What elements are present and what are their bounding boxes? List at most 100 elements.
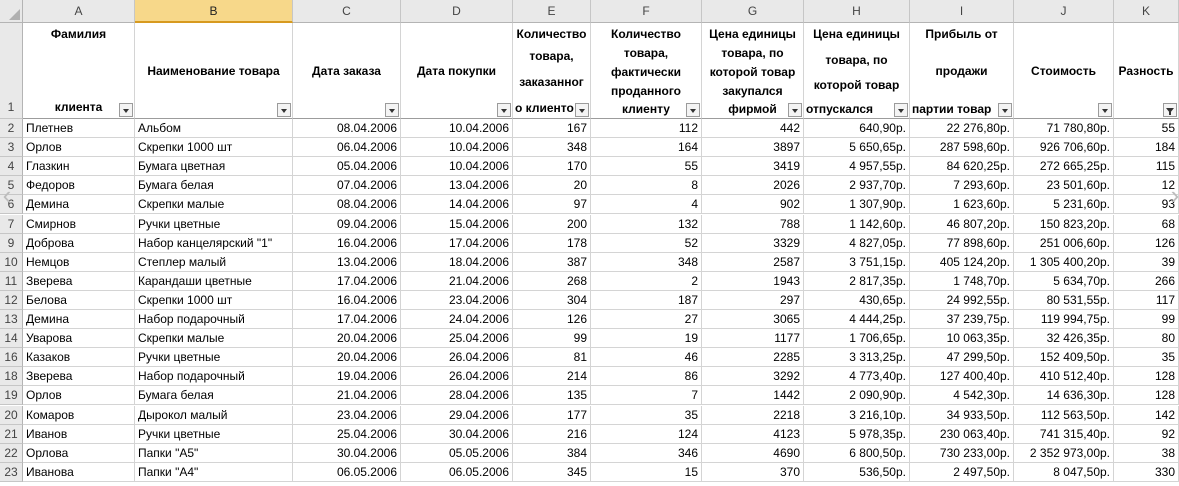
cell-qty-sold[interactable]: 2 <box>591 271 702 291</box>
cell-qty-ordered[interactable]: 135 <box>513 386 591 406</box>
cell-qty-ordered[interactable]: 99 <box>513 329 591 349</box>
cell-profit[interactable]: 24 992,55р. <box>910 290 1014 310</box>
column-header-k[interactable]: K <box>1114 0 1179 23</box>
cell-difference[interactable]: 128 <box>1114 367 1179 387</box>
cell-purchase-date[interactable]: 15.04.2006 <box>401 214 513 234</box>
cell-sell-price[interactable]: 2 090,90р. <box>804 386 910 406</box>
cell-order-date[interactable]: 17.04.2006 <box>293 310 401 330</box>
cell-client[interactable]: Иванов <box>23 424 135 444</box>
cell-product[interactable]: Набор подарочный <box>135 367 293 387</box>
cell-product[interactable]: Скрепки малые <box>135 329 293 349</box>
cell-order-date[interactable]: 05.04.2006 <box>293 157 401 177</box>
cell-product[interactable]: Бумага белая <box>135 386 293 406</box>
cell-qty-sold[interactable]: 8 <box>591 176 702 196</box>
cell-buy-price[interactable]: 3897 <box>702 138 804 158</box>
cell-client[interactable]: Смирнов <box>23 214 135 234</box>
filter-dropdown-button[interactable] <box>894 103 908 117</box>
cell-product[interactable]: Папки "А4" <box>135 462 293 482</box>
filter-dropdown-button[interactable] <box>788 103 802 117</box>
cell-cost[interactable]: 80 531,55р. <box>1014 290 1114 310</box>
column-header-h[interactable]: H <box>804 0 910 23</box>
chevron-left-icon[interactable]: ‹ <box>0 182 18 208</box>
cell-client[interactable]: Иванова <box>23 462 135 482</box>
cell-profit[interactable]: 47 299,50р. <box>910 348 1014 368</box>
cell-cost[interactable]: 14 636,30р. <box>1014 386 1114 406</box>
cell-client[interactable]: Казаков <box>23 348 135 368</box>
cell-order-date[interactable]: 20.04.2006 <box>293 348 401 368</box>
cell-qty-ordered[interactable]: 216 <box>513 424 591 444</box>
cell-buy-price[interactable]: 4123 <box>702 424 804 444</box>
cell-qty-sold[interactable]: 112 <box>591 119 702 139</box>
cell-buy-price[interactable]: 3419 <box>702 157 804 177</box>
cell-order-date[interactable]: 06.05.2006 <box>293 462 401 482</box>
cell-client[interactable]: Орлова <box>23 443 135 463</box>
cell-qty-ordered[interactable]: 178 <box>513 233 591 253</box>
cell-order-date[interactable]: 08.04.2006 <box>293 119 401 139</box>
row-number[interactable]: 21 <box>0 424 23 444</box>
cell-profit[interactable]: 37 239,75р. <box>910 310 1014 330</box>
cell-purchase-date[interactable]: 17.04.2006 <box>401 233 513 253</box>
row-number[interactable]: 11 <box>0 271 23 291</box>
cell-sell-price[interactable]: 3 313,25р. <box>804 348 910 368</box>
row-number[interactable]: 10 <box>0 252 23 272</box>
header-cell-qty-sold[interactable]: Количество товара, фактически проданного… <box>591 23 702 119</box>
cell-buy-price[interactable]: 902 <box>702 195 804 215</box>
header-cell-purchase-date[interactable]: Дата покупки <box>401 23 513 119</box>
cell-cost[interactable]: 23 501,60р. <box>1014 176 1114 196</box>
row-number[interactable]: 18 <box>0 367 23 387</box>
cell-purchase-date[interactable]: 28.04.2006 <box>401 386 513 406</box>
cell-order-date[interactable]: 21.04.2006 <box>293 386 401 406</box>
cell-qty-ordered[interactable]: 345 <box>513 462 591 482</box>
cell-purchase-date[interactable]: 24.04.2006 <box>401 310 513 330</box>
cell-purchase-date[interactable]: 25.04.2006 <box>401 329 513 349</box>
column-header-b[interactable]: B <box>135 0 293 23</box>
cell-client[interactable]: Федоров <box>23 176 135 196</box>
cell-qty-sold[interactable]: 132 <box>591 214 702 234</box>
cell-qty-sold[interactable]: 35 <box>591 405 702 425</box>
filter-dropdown-button[interactable] <box>998 103 1012 117</box>
cell-qty-sold[interactable]: 4 <box>591 195 702 215</box>
cell-qty-sold[interactable]: 7 <box>591 386 702 406</box>
cell-buy-price[interactable]: 297 <box>702 290 804 310</box>
cell-client[interactable]: Зверева <box>23 271 135 291</box>
cell-purchase-date[interactable]: 10.04.2006 <box>401 138 513 158</box>
cell-difference[interactable]: 99 <box>1114 310 1179 330</box>
cell-difference[interactable]: 68 <box>1114 214 1179 234</box>
cell-qty-ordered[interactable]: 81 <box>513 348 591 368</box>
cell-profit[interactable]: 127 400,40р. <box>910 367 1014 387</box>
cell-buy-price[interactable]: 3065 <box>702 310 804 330</box>
cell-buy-price[interactable]: 1442 <box>702 386 804 406</box>
cell-cost[interactable]: 152 409,50р. <box>1014 348 1114 368</box>
cell-order-date[interactable]: 16.04.2006 <box>293 290 401 310</box>
column-header-e[interactable]: E <box>513 0 591 23</box>
header-cell-cost[interactable]: Стоимость <box>1014 23 1114 119</box>
cell-profit[interactable]: 4 542,30р. <box>910 386 1014 406</box>
row-number[interactable]: 23 <box>0 462 23 482</box>
cell-product[interactable]: Дырокол малый <box>135 405 293 425</box>
cell-cost[interactable]: 2 352 973,00р. <box>1014 443 1114 463</box>
cell-order-date[interactable]: 25.04.2006 <box>293 424 401 444</box>
cell-product[interactable]: Набор канцелярский "1" <box>135 233 293 253</box>
cell-cost[interactable]: 119 994,75р. <box>1014 310 1114 330</box>
cell-client[interactable]: Демина <box>23 195 135 215</box>
cell-profit[interactable]: 287 598,60р. <box>910 138 1014 158</box>
cell-purchase-date[interactable]: 21.04.2006 <box>401 271 513 291</box>
cell-client[interactable]: Глазкин <box>23 157 135 177</box>
cell-client[interactable]: Уварова <box>23 329 135 349</box>
cell-difference[interactable]: 266 <box>1114 271 1179 291</box>
cell-difference[interactable]: 38 <box>1114 443 1179 463</box>
cell-sell-price[interactable]: 1 307,90р. <box>804 195 910 215</box>
row-number[interactable]: 19 <box>0 386 23 406</box>
cell-difference[interactable]: 39 <box>1114 252 1179 272</box>
cell-cost[interactable]: 32 426,35р. <box>1014 329 1114 349</box>
cell-order-date[interactable]: 16.04.2006 <box>293 233 401 253</box>
cell-profit[interactable]: 46 807,20р. <box>910 214 1014 234</box>
cell-client[interactable]: Доброва <box>23 233 135 253</box>
cell-qty-sold[interactable]: 124 <box>591 424 702 444</box>
cell-sell-price[interactable]: 1 706,65р. <box>804 329 910 349</box>
column-header-f[interactable]: F <box>591 0 702 23</box>
cell-purchase-date[interactable]: 13.04.2006 <box>401 176 513 196</box>
cell-sell-price[interactable]: 4 444,25р. <box>804 310 910 330</box>
row-number[interactable]: 16 <box>0 348 23 368</box>
cell-cost[interactable]: 5 634,70р. <box>1014 271 1114 291</box>
